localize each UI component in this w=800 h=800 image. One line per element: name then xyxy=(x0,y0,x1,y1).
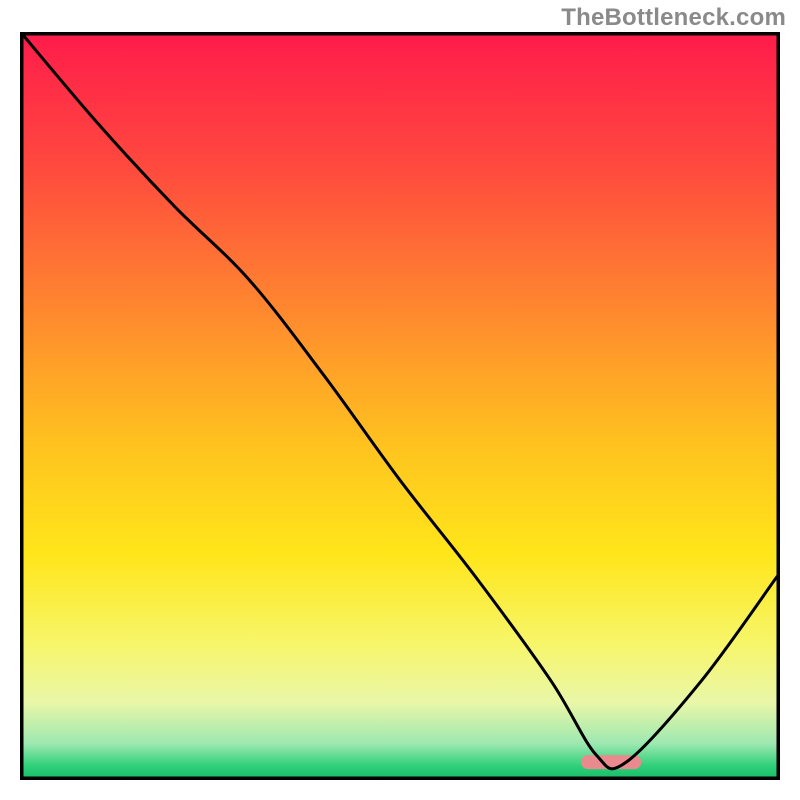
chart-stage: TheBottleneck.com xyxy=(0,0,800,800)
bottleneck-chart xyxy=(20,32,780,780)
watermark-text: TheBottleneck.com xyxy=(561,4,786,32)
gradient-background xyxy=(23,35,777,777)
chart-svg xyxy=(20,32,780,780)
